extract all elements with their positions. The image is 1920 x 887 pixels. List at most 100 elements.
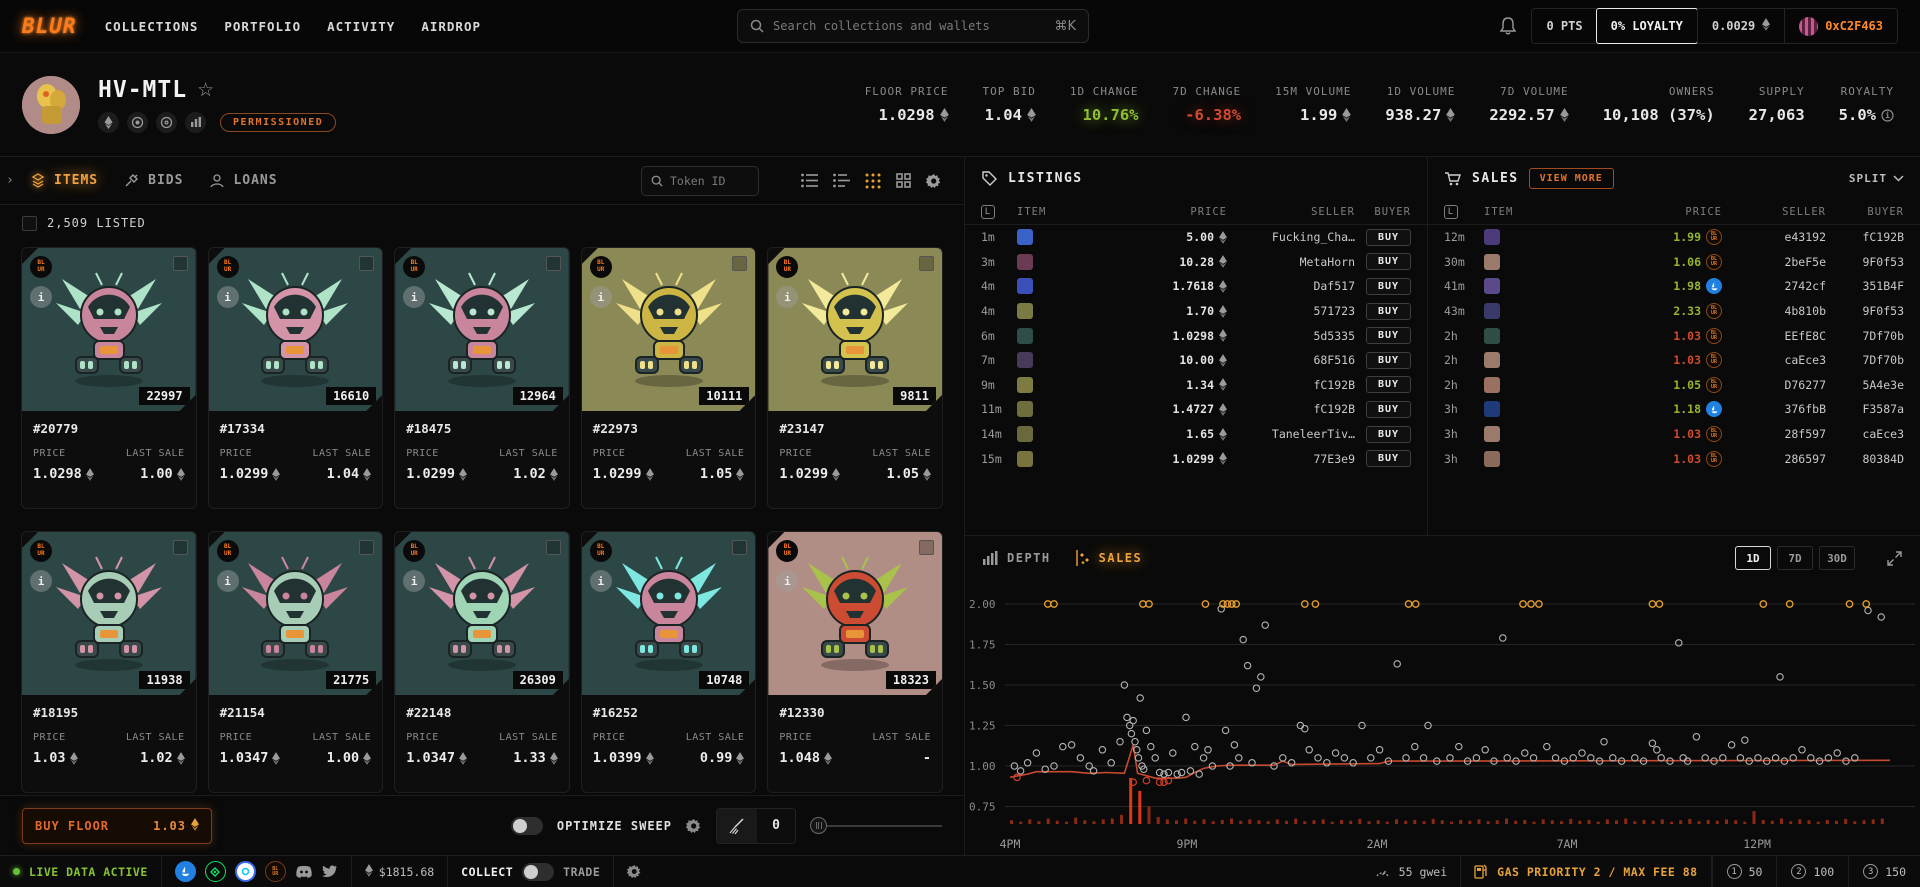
nft-card[interactable]: BL UR i 12964 #18475 PRICE LAST SALE 1.02…: [394, 247, 570, 509]
listing-row[interactable]: 11m 1.4727 fC192B BUY: [965, 397, 1427, 422]
item-thumbnail[interactable]: [1017, 401, 1033, 418]
live-toggle-icon[interactable]: L: [1444, 204, 1458, 219]
range-30d-button[interactable]: 30D: [1819, 546, 1855, 570]
disc-icon[interactable]: [156, 111, 177, 133]
listing-row[interactable]: 9m 1.34 fC192B BUY: [965, 373, 1427, 398]
listing-row[interactable]: 4m 1.70 571723 BUY: [965, 299, 1427, 324]
tab-depth[interactable]: DEPTH: [983, 551, 1051, 565]
listing-seller[interactable]: fC192B: [1227, 402, 1355, 416]
buy-button[interactable]: BUY: [1365, 277, 1411, 295]
large-grid-view-icon[interactable]: [896, 173, 911, 188]
item-thumbnail[interactable]: [1484, 450, 1500, 467]
card-info-icon[interactable]: i: [776, 286, 798, 308]
buy-button[interactable]: BUY: [1365, 450, 1411, 468]
view-more-button[interactable]: VIEW MORE: [1528, 167, 1614, 189]
expand-chart-icon[interactable]: [1887, 550, 1902, 566]
card-info-icon[interactable]: i: [590, 570, 612, 592]
sale-seller[interactable]: caEce3: [1722, 353, 1826, 367]
broom-icon[interactable]: [717, 808, 757, 843]
tab-bids[interactable]: BIDS: [124, 173, 183, 189]
tab-loans[interactable]: LOANS: [209, 173, 277, 189]
blur-logo[interactable]: BLUR: [22, 14, 77, 38]
item-thumbnail[interactable]: [1017, 253, 1033, 270]
nft-card[interactable]: BL UR i 10748 #16252 PRICE LAST SALE 1.03…: [580, 531, 757, 793]
etherscan-icon[interactable]: [98, 111, 119, 133]
buy-button[interactable]: BUY: [1365, 327, 1411, 345]
sweep-settings-gear-icon[interactable]: [686, 818, 702, 834]
nft-card[interactable]: BL UR i 9811 #23147 PRICE LAST SALE 1.029…: [767, 247, 943, 509]
tab-sales[interactable]: SALES: [1075, 550, 1143, 566]
buy-button[interactable]: BUY: [1365, 302, 1411, 320]
wallet-chip[interactable]: 0xC2F463: [1784, 9, 1897, 43]
favorite-star-icon[interactable]: ☆: [197, 79, 214, 101]
activity-chart-icon[interactable]: [185, 111, 206, 133]
nft-card[interactable]: BL UR i 10111 #22973 PRICE LAST SALE 1.02…: [580, 247, 757, 509]
nav-item-airdrop[interactable]: AIRDROP: [421, 19, 481, 34]
sale-buyer[interactable]: 9F0f53: [1826, 304, 1904, 318]
card-checkbox[interactable]: [732, 256, 747, 271]
gas-settings[interactable]: GAS PRIORITY 2 / MAX FEE 88: [1461, 856, 1712, 887]
sale-seller[interactable]: EEfE8C: [1722, 329, 1826, 343]
nft-card[interactable]: BL UR i 11938 #18195 PRICE LAST SALE 1.03…: [21, 531, 197, 793]
item-thumbnail[interactable]: [1484, 327, 1500, 344]
item-thumbnail[interactable]: [1484, 352, 1500, 369]
listing-seller[interactable]: 68F516: [1227, 353, 1355, 367]
listing-seller[interactable]: fC192B: [1227, 378, 1355, 392]
card-info-icon[interactable]: i: [30, 286, 52, 308]
listing-seller[interactable]: TaneleerTiv…: [1227, 427, 1355, 441]
bell-icon[interactable]: [1499, 16, 1517, 36]
sale-row[interactable]: 30m 1.06 BL UR 2beF5e 9F0f53: [1428, 250, 1920, 275]
listing-row[interactable]: 3m 10.28 MetaHorn BUY: [965, 250, 1427, 275]
item-thumbnail[interactable]: [1017, 303, 1033, 320]
card-checkbox[interactable]: [919, 540, 934, 555]
card-info-icon[interactable]: i: [590, 286, 612, 308]
sale-row[interactable]: 2h 1.03 BL UR caEce3 7Df70b: [1428, 348, 1920, 373]
token-id-search[interactable]: [641, 165, 759, 196]
sale-buyer[interactable]: 7Df70b: [1826, 329, 1904, 343]
sale-seller[interactable]: e43192: [1722, 230, 1826, 244]
x2y2-icon[interactable]: [234, 861, 256, 882]
buy-button[interactable]: BUY: [1365, 425, 1411, 443]
card-checkbox[interactable]: [173, 256, 188, 271]
item-thumbnail[interactable]: [1484, 303, 1500, 320]
item-thumbnail[interactable]: [1484, 376, 1500, 393]
sweep-slider[interactable]: [810, 808, 942, 844]
card-info-icon[interactable]: i: [776, 570, 798, 592]
listing-seller[interactable]: 77E3e9: [1227, 452, 1355, 466]
card-info-icon[interactable]: i: [217, 570, 239, 592]
buy-button[interactable]: BUY: [1365, 400, 1411, 418]
sale-buyer[interactable]: caEce3: [1826, 427, 1904, 441]
item-thumbnail[interactable]: [1017, 278, 1033, 295]
sweep-slider-handle[interactable]: [810, 817, 827, 834]
collection-avatar[interactable]: [22, 75, 80, 134]
search-input[interactable]: [773, 19, 1046, 33]
balance-chip[interactable]: 0.0029: [1696, 9, 1784, 43]
nft-card[interactable]: BL UR i 18323 #12330 PRICE LAST SALE 1.04…: [767, 531, 943, 793]
listing-seller[interactable]: 5d5335: [1227, 329, 1355, 343]
live-toggle-icon[interactable]: L: [981, 204, 995, 219]
discord-icon[interactable]: [295, 865, 313, 879]
nav-item-portfolio[interactable]: PORTFOLIO: [224, 19, 301, 34]
split-dropdown[interactable]: SPLIT: [1849, 172, 1904, 185]
buy-floor-button[interactable]: BUY FLOOR 1.03: [22, 807, 212, 844]
sale-buyer[interactable]: 351B4F: [1826, 279, 1904, 293]
nft-card[interactable]: BL UR i 16610 #17334 PRICE LAST SALE 1.02…: [207, 247, 384, 509]
buy-button[interactable]: BUY: [1365, 351, 1411, 369]
card-info-icon[interactable]: i: [217, 286, 239, 308]
gas-preset-100[interactable]: 2 100: [1776, 856, 1848, 887]
item-thumbnail[interactable]: [1484, 278, 1500, 295]
points-chip[interactable]: 0 PTS: [1532, 9, 1596, 43]
listing-row[interactable]: 4m 1.7618 Daf517 BUY: [965, 274, 1427, 299]
sale-row[interactable]: 3h 1.18 376fbB F3587a: [1428, 397, 1920, 422]
website-icon[interactable]: [127, 111, 148, 133]
card-checkbox[interactable]: [173, 540, 188, 555]
buy-button[interactable]: BUY: [1365, 376, 1411, 394]
sale-row[interactable]: 3h 1.03 BL UR 28f597 caEce3: [1428, 422, 1920, 447]
listing-seller[interactable]: 571723: [1227, 304, 1355, 318]
nft-card[interactable]: BL UR i 21775 #21154 PRICE LAST SALE 1.03…: [207, 531, 384, 793]
sale-row[interactable]: 43m 2.33 BL UR 4b810b 9F0f53: [1428, 299, 1920, 324]
item-thumbnail[interactable]: [1484, 229, 1500, 246]
nft-card[interactable]: BL UR i 26309 #22148 PRICE LAST SALE 1.03…: [394, 531, 570, 793]
card-checkbox[interactable]: [732, 540, 747, 555]
item-thumbnail[interactable]: [1484, 253, 1500, 270]
